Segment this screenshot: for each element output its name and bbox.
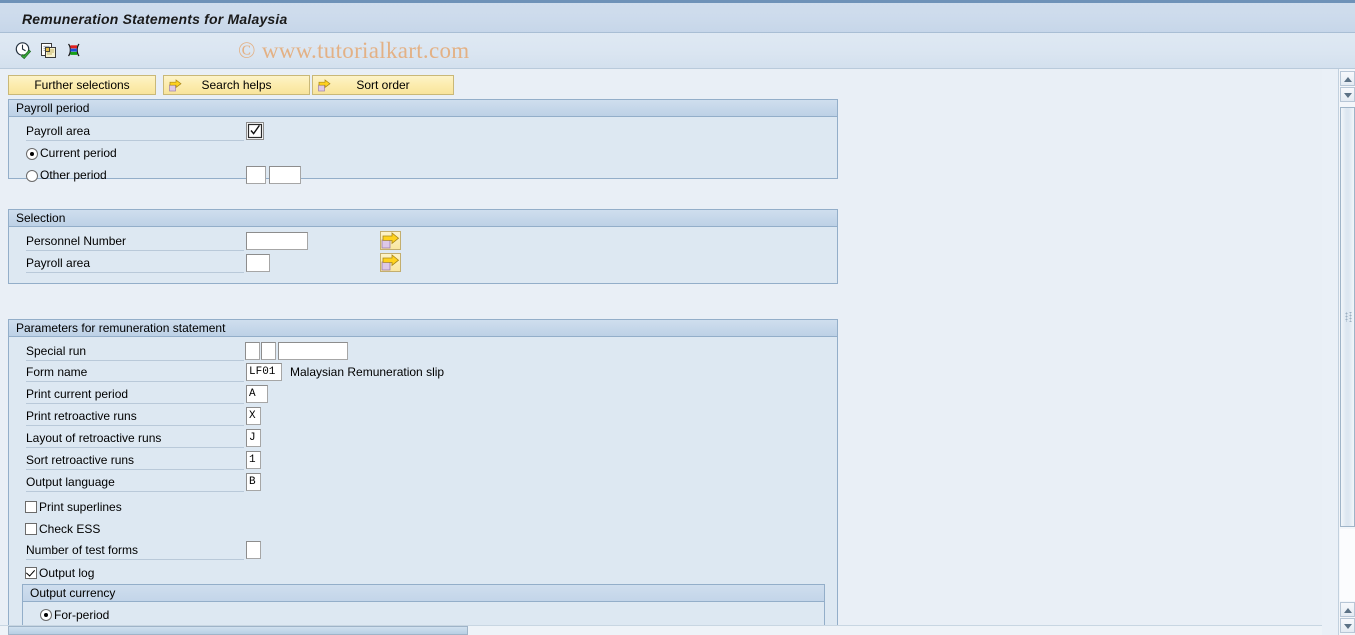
triangle-down-icon (1344, 93, 1352, 98)
current-period-radio[interactable] (26, 148, 38, 160)
sort-order-label: Sort order (356, 78, 410, 92)
window-titlebar: Remuneration Statements for Malaysia (0, 0, 1355, 33)
output-log-label: Output log (39, 566, 95, 580)
scroll-up-button[interactable] (1340, 71, 1355, 86)
payroll-area-label: Payroll area (26, 123, 244, 141)
scroll-down-button-top[interactable] (1340, 87, 1355, 102)
payroll-area-multiple-selection-button[interactable] (380, 253, 401, 272)
print-current-period-input[interactable] (246, 385, 268, 403)
payroll-area-multi-select-button[interactable] (246, 122, 264, 140)
scroll-up-button-bottom[interactable] (1340, 602, 1355, 617)
check-ess-checkbox[interactable] (25, 523, 37, 535)
parameters-group-title: Parameters for remuneration statement (9, 320, 837, 337)
form-name-label: Form name (26, 364, 244, 382)
page-title: Remuneration Statements for Malaysia (22, 11, 288, 27)
arrow-right-icon (318, 79, 331, 92)
horizontal-scrollbar-thumb[interactable] (8, 626, 468, 635)
special-run-input-3[interactable] (278, 342, 348, 360)
scrollbar-grip-icon (1345, 312, 1352, 322)
selection-screen-content: Further selections Search helps Sort ord… (0, 69, 1322, 635)
print-retroactive-runs-label: Print retroactive runs (26, 408, 244, 426)
horizontal-scrollbar[interactable] (0, 625, 1322, 635)
search-helps-label: Search helps (201, 78, 272, 92)
special-run-label: Special run (26, 343, 244, 361)
personnel-number-multiple-selection-button[interactable] (380, 231, 401, 250)
special-run-input-2[interactable] (261, 342, 276, 360)
print-current-period-label: Print current period (26, 386, 244, 404)
search-helps-button[interactable]: Search helps (163, 75, 310, 95)
triangle-up-icon (1344, 77, 1352, 82)
copy-documents-icon[interactable] (39, 41, 58, 60)
personnel-number-input[interactable] (246, 232, 308, 250)
triangle-down-icon (1344, 624, 1352, 629)
form-name-input[interactable] (246, 363, 282, 381)
output-language-label: Output language (26, 474, 244, 492)
payroll-period-group-title: Payroll period (9, 100, 837, 117)
number-of-test-forms-input[interactable] (246, 541, 261, 559)
other-period-label: Other period (40, 168, 107, 182)
print-superlines-label: Print superlines (39, 500, 122, 514)
layout-of-retroactive-runs-label: Layout of retroactive runs (26, 430, 244, 448)
output-currency-group-title: Output currency (23, 585, 824, 602)
watermark-text: © www.tutorialkart.com (238, 38, 470, 63)
special-run-input-1[interactable] (245, 342, 260, 360)
application-toolbar (0, 33, 1355, 69)
triangle-up-icon (1344, 608, 1352, 613)
sort-order-button[interactable]: Sort order (312, 75, 454, 95)
number-of-test-forms-label: Number of test forms (26, 542, 244, 560)
vertical-scrollbar-track[interactable] (1340, 529, 1355, 601)
vertical-scrollbar[interactable] (1338, 69, 1355, 635)
form-name-description: Malaysian Remuneration slip (290, 365, 445, 379)
for-period-radio[interactable] (40, 609, 52, 621)
current-period-label: Current period (40, 146, 117, 160)
check-ess-label: Check ESS (39, 522, 101, 536)
sort-retroactive-runs-label: Sort retroactive runs (26, 452, 244, 470)
further-selections-button[interactable]: Further selections (8, 75, 156, 95)
print-retroactive-runs-input[interactable] (246, 407, 261, 425)
further-selections-label: Further selections (34, 78, 130, 92)
arrow-right-icon (169, 79, 182, 92)
layout-of-retroactive-runs-input[interactable] (246, 429, 261, 447)
vertical-scrollbar-thumb[interactable] (1340, 107, 1355, 527)
other-period-input-1[interactable] (246, 166, 266, 184)
personnel-number-label: Personnel Number (26, 233, 244, 251)
sap-screen: Remuneration Statements for Malaysia © w… (0, 0, 1355, 635)
output-log-checkbox[interactable] (25, 567, 37, 579)
selection-group-title: Selection (9, 210, 837, 227)
scroll-down-button[interactable] (1340, 618, 1355, 633)
execute-clock-icon[interactable] (14, 41, 33, 60)
payroll-area-selection-label: Payroll area (26, 255, 244, 273)
payroll-area-selection-input[interactable] (246, 254, 270, 272)
other-period-radio[interactable] (26, 170, 38, 182)
print-superlines-checkbox[interactable] (25, 501, 37, 513)
other-period-input-2[interactable] (269, 166, 301, 184)
horizontal-scrollbar-gap (470, 626, 472, 635)
for-period-label: For-period (54, 608, 110, 622)
variant-bracket-icon[interactable] (64, 41, 83, 60)
sort-retroactive-runs-input[interactable] (246, 451, 261, 469)
output-language-input[interactable] (246, 473, 261, 491)
